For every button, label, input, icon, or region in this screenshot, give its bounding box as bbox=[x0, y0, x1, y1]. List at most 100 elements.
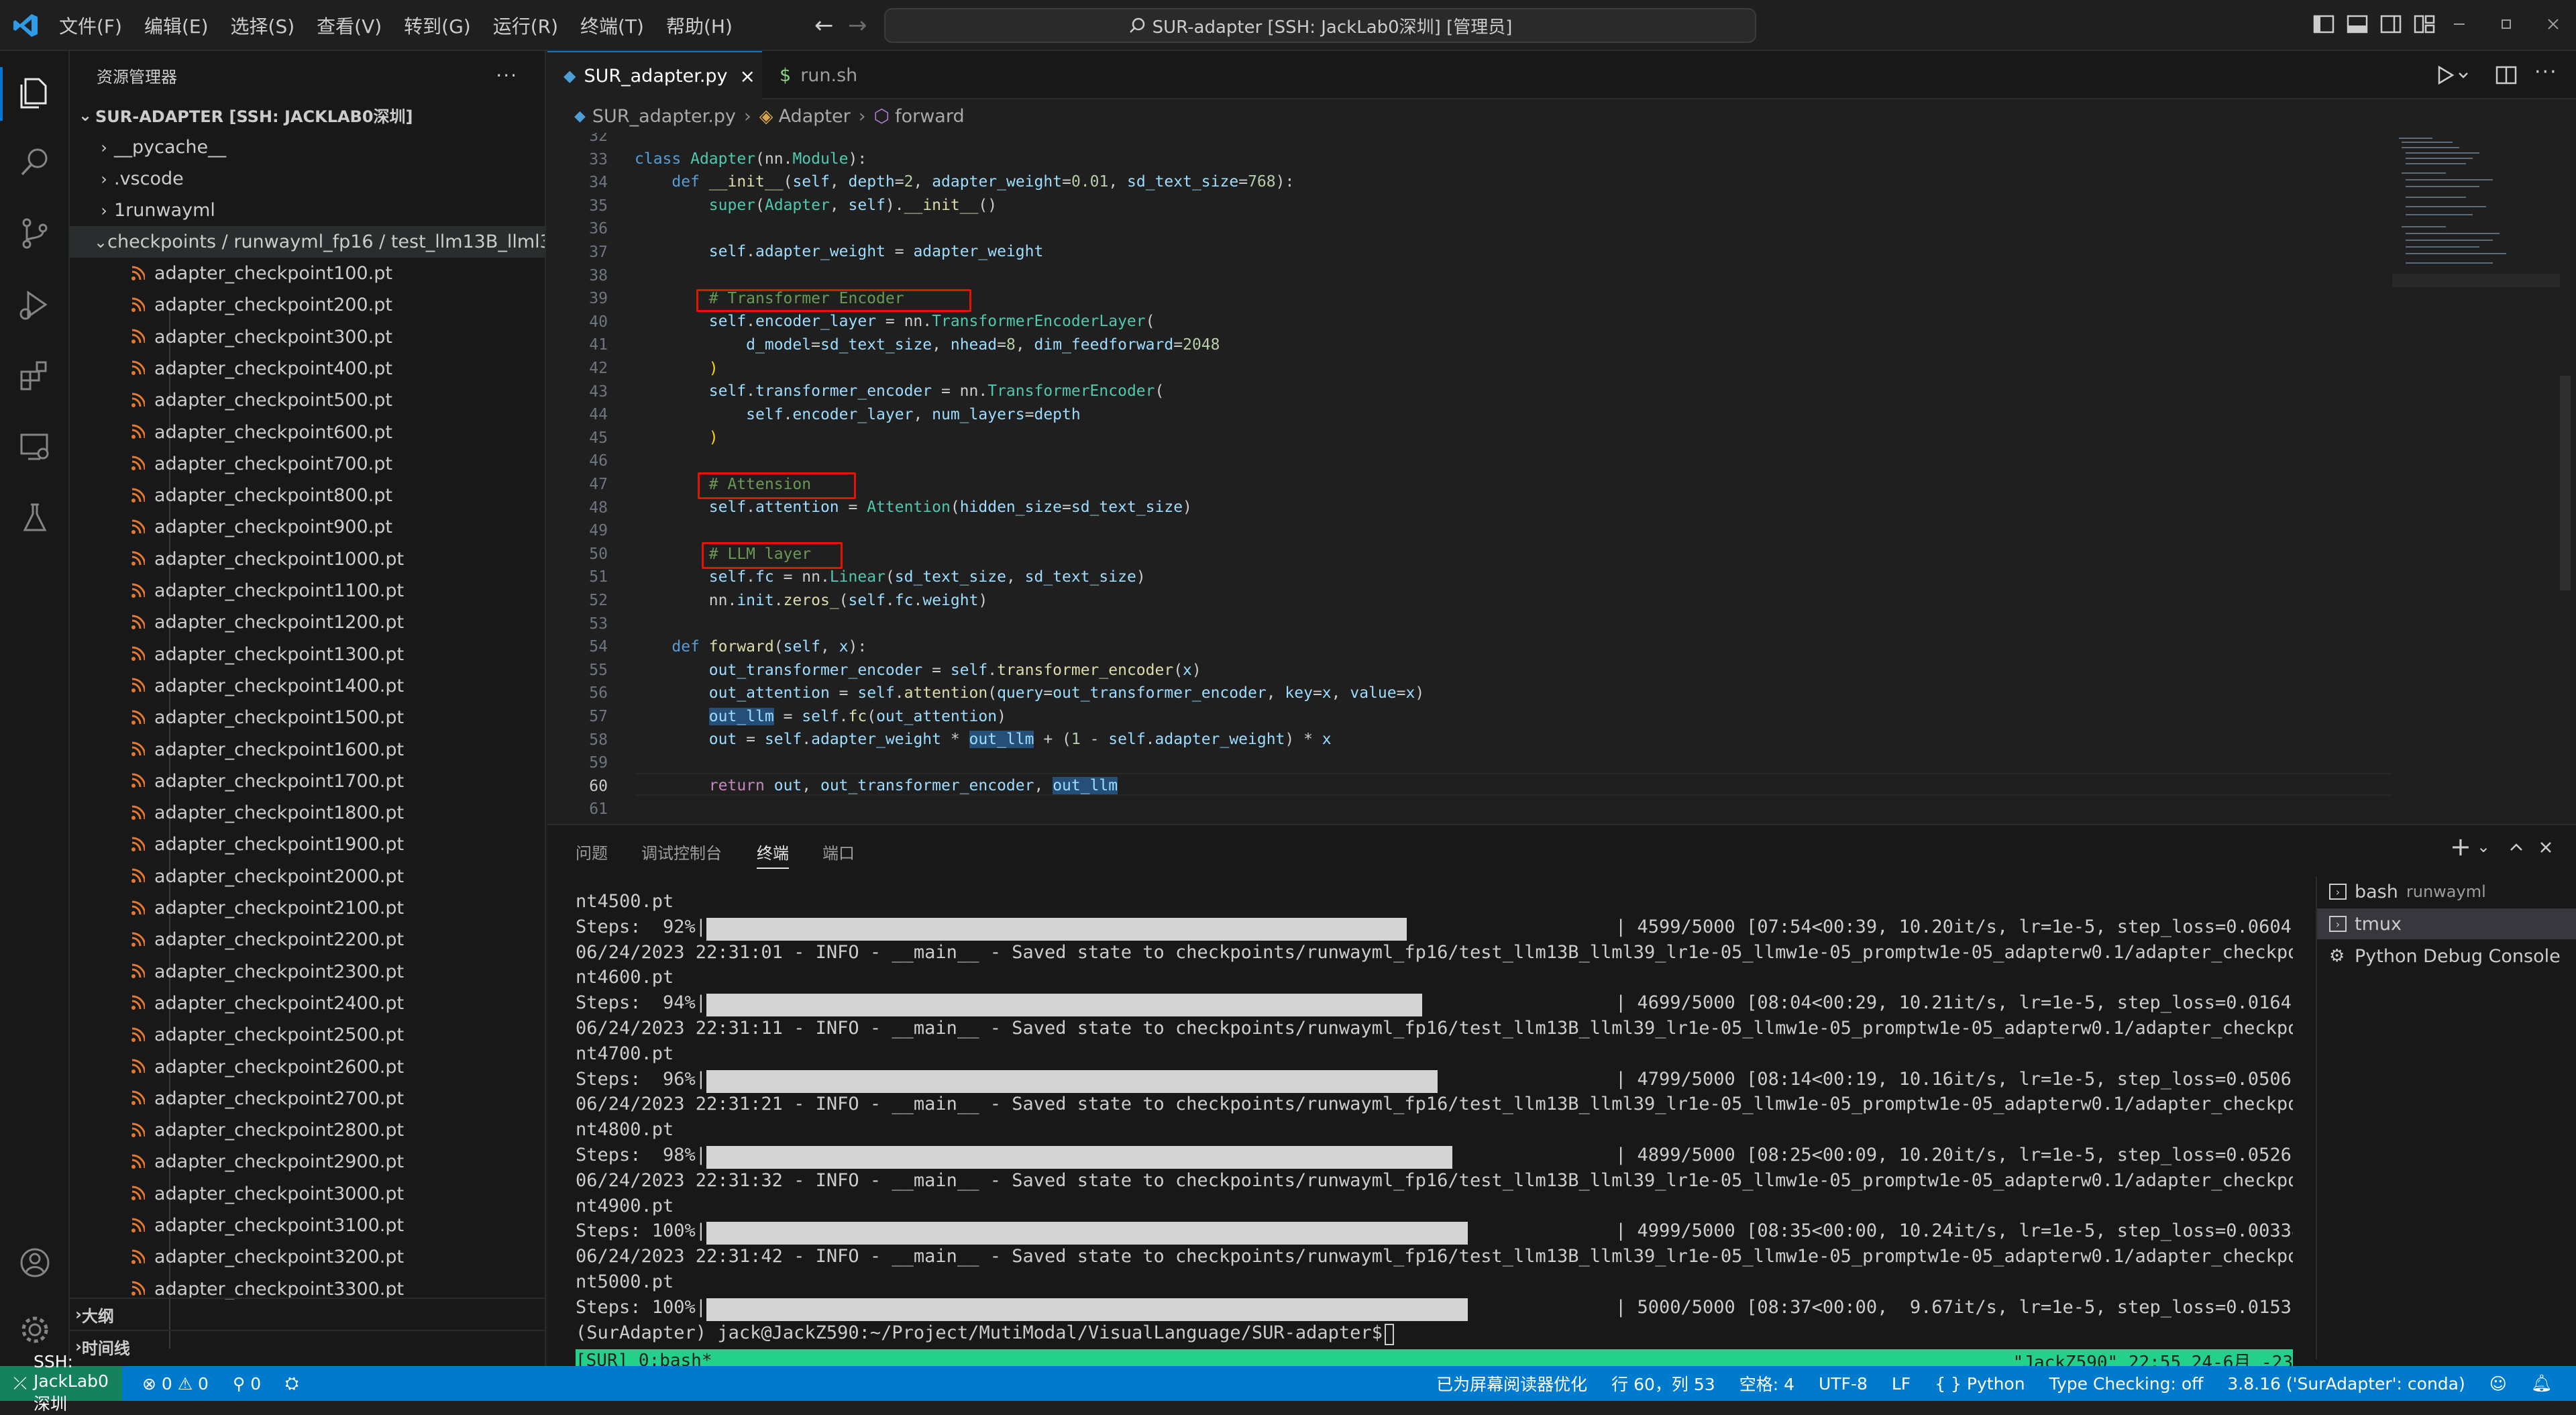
indentation[interactable]: 空格: 4 bbox=[1739, 1371, 1794, 1396]
run-and-debug-icon[interactable] bbox=[16, 286, 54, 323]
breadcrumb-method[interactable]: forward bbox=[895, 106, 965, 127]
file-item[interactable]: adapter_checkpoint2300.pt bbox=[70, 956, 545, 988]
command-center[interactable]: SUR-adapter [SSH: JackLab0深圳] [管理员] bbox=[884, 8, 1756, 43]
file-item[interactable]: adapter_checkpoint400.pt bbox=[70, 353, 545, 384]
file-item[interactable]: adapter_checkpoint600.pt bbox=[70, 417, 545, 448]
minimap[interactable] bbox=[2392, 133, 2560, 294]
explorer-icon[interactable] bbox=[16, 74, 54, 111]
tab-debug-console[interactable]: 调试控制台 bbox=[641, 840, 722, 863]
tab-sur-adapter-py[interactable]: ◆ SUR_adapter.py × bbox=[547, 51, 762, 99]
remote-explorer-icon[interactable] bbox=[16, 428, 54, 466]
terminal-item-bash[interactable]: › bash runwayml bbox=[2317, 876, 2576, 907]
file-item[interactable]: adapter_checkpoint3000.pt bbox=[70, 1178, 545, 1210]
menu-run[interactable]: 运行(R) bbox=[493, 12, 558, 39]
tab-problems[interactable]: 问题 bbox=[576, 840, 608, 863]
close-panel-icon[interactable] bbox=[2536, 837, 2556, 857]
terminal-item-tmux[interactable]: › tmux bbox=[2317, 908, 2576, 939]
manage-gear-icon[interactable] bbox=[16, 1311, 54, 1349]
tab-run-sh[interactable]: $ run.sh bbox=[763, 51, 924, 99]
file-item[interactable]: adapter_checkpoint1100.pt bbox=[70, 575, 545, 607]
maximize-icon[interactable] bbox=[2493, 11, 2520, 38]
menu-view[interactable]: 查看(V) bbox=[317, 12, 382, 39]
file-item[interactable]: adapter_checkpoint2800.pt bbox=[70, 1114, 545, 1146]
testing-icon[interactable] bbox=[16, 499, 54, 537]
folder-1runwayml[interactable]: › 1runwayml bbox=[70, 195, 545, 226]
file-item[interactable]: adapter_checkpoint3100.pt bbox=[70, 1210, 545, 1241]
toggle-secondary-sidebar-icon[interactable] bbox=[2377, 11, 2404, 38]
file-item[interactable]: adapter_checkpoint2700.pt bbox=[70, 1083, 545, 1114]
folder-pycache[interactable]: › __pycache__ bbox=[70, 132, 545, 163]
file-item[interactable]: adapter_checkpoint3200.pt bbox=[70, 1241, 545, 1273]
file-item[interactable]: adapter_checkpoint1800.pt bbox=[70, 797, 545, 829]
file-item[interactable]: adapter_checkpoint1500.pt bbox=[70, 702, 545, 733]
file-item[interactable]: adapter_checkpoint1600.pt bbox=[70, 734, 545, 766]
more-actions-icon[interactable]: ··· bbox=[2534, 60, 2558, 84]
breadcrumb-class[interactable]: Adapter bbox=[779, 106, 851, 127]
file-item[interactable]: adapter_checkpoint100.pt bbox=[70, 258, 545, 289]
end-of-line[interactable]: LF bbox=[1892, 1374, 1911, 1394]
tab-terminal[interactable]: 终端 bbox=[757, 840, 789, 869]
file-item[interactable]: adapter_checkpoint700.pt bbox=[70, 448, 545, 480]
toggle-primary-sidebar-icon[interactable] bbox=[2310, 11, 2337, 38]
run-debug-icon[interactable] bbox=[2434, 62, 2474, 89]
close-tab-icon[interactable]: × bbox=[740, 65, 755, 87]
toggle-panel-icon[interactable] bbox=[2344, 11, 2371, 38]
customize-layout-icon[interactable] bbox=[2411, 11, 2438, 38]
file-item[interactable]: adapter_checkpoint2200.pt bbox=[70, 924, 545, 955]
tab-ports[interactable]: 端口 bbox=[822, 840, 855, 863]
menu-go[interactable]: 转到(G) bbox=[404, 12, 471, 39]
new-terminal-icon[interactable]: + bbox=[2450, 832, 2471, 861]
menu-help[interactable]: 帮助(H) bbox=[666, 12, 733, 39]
type-checking[interactable]: Type Checking: off bbox=[2049, 1374, 2204, 1394]
file-item[interactable]: adapter_checkpoint2900.pt bbox=[70, 1146, 545, 1177]
menu-terminal[interactable]: 终端(T) bbox=[580, 12, 644, 39]
file-item[interactable]: adapter_checkpoint1000.pt bbox=[70, 543, 545, 575]
editor-scrollbar[interactable] bbox=[2560, 376, 2571, 590]
file-item[interactable]: adapter_checkpoint2400.pt bbox=[70, 988, 545, 1019]
file-item[interactable]: adapter_checkpoint2000.pt bbox=[70, 861, 545, 892]
account-icon[interactable] bbox=[16, 1244, 54, 1281]
file-item[interactable]: adapter_checkpoint1700.pt bbox=[70, 766, 545, 797]
file-item[interactable]: adapter_checkpoint200.pt bbox=[70, 289, 545, 321]
source-control-icon[interactable] bbox=[16, 215, 54, 252]
chevron-down-icon[interactable]: ⌄ bbox=[2477, 837, 2490, 856]
back-arrow-icon[interactable]: ← bbox=[814, 12, 834, 39]
file-item[interactable]: adapter_checkpoint1300.pt bbox=[70, 639, 545, 670]
menu-file[interactable]: 文件(F) bbox=[59, 12, 122, 39]
minimize-icon[interactable] bbox=[2446, 11, 2473, 38]
more-actions-icon[interactable]: ··· bbox=[496, 64, 518, 87]
file-item[interactable]: adapter_checkpoint2500.pt bbox=[70, 1019, 545, 1051]
file-item[interactable]: adapter_checkpoint1900.pt bbox=[70, 829, 545, 860]
debug-icon[interactable]: ⛭ bbox=[285, 1373, 299, 1394]
remote-indicator[interactable]: ⤫ SSH: JackLab0深圳 bbox=[0, 1352, 122, 1414]
maximize-panel-icon[interactable] bbox=[2506, 837, 2526, 857]
search-icon[interactable] bbox=[16, 144, 54, 181]
code-editor[interactable]: 32 33 34 35 36 37 38 39 40 41 42 43 44 45 46 47 48 49 50 51… bbox=[547, 133, 2392, 824]
language-mode[interactable]: { } Python bbox=[1935, 1374, 2025, 1394]
timeline-section[interactable]: › 时间线 bbox=[70, 1330, 545, 1362]
workspace-root[interactable]: ⌄ SUR-ADAPTER [SSH: JACKLAB0深圳] bbox=[70, 99, 545, 131]
outline-section[interactable]: › 大纲 bbox=[70, 1298, 545, 1330]
menu-edit[interactable]: 编辑(E) bbox=[144, 12, 209, 39]
file-item[interactable]: adapter_checkpoint2100.pt bbox=[70, 892, 545, 924]
close-window-icon[interactable] bbox=[2540, 11, 2567, 38]
terminal-output[interactable]: nt4500.pt Steps: 92%| | 4599/5000 [07:54<0… bbox=[576, 891, 2293, 1361]
encoding[interactable]: UTF-8 bbox=[1819, 1374, 1868, 1394]
feedback-icon[interactable]: ☺ bbox=[2489, 1374, 2507, 1394]
file-item[interactable]: adapter_checkpoint500.pt bbox=[70, 384, 545, 416]
file-item[interactable]: adapter_checkpoint300.pt bbox=[70, 321, 545, 353]
file-item[interactable]: adapter_checkpoint800.pt bbox=[70, 480, 545, 511]
folder-checkpoints[interactable]: ⌄ checkpoints / runwayml_fp16 / test_llm… bbox=[70, 226, 545, 258]
folder-vscode[interactable]: › .vscode bbox=[70, 163, 545, 195]
file-item[interactable]: adapter_checkpoint2600.pt bbox=[70, 1051, 545, 1083]
problems-count[interactable]: ⊗ 0 ⚠ 0 bbox=[142, 1374, 209, 1394]
cursor-position[interactable]: 行 60，列 53 bbox=[1611, 1371, 1715, 1396]
split-editor-icon[interactable] bbox=[2493, 62, 2520, 89]
menu-selection[interactable]: 选择(S) bbox=[231, 12, 295, 39]
screen-reader-mode[interactable]: 已为屏幕阅读器优化 bbox=[1436, 1371, 1587, 1396]
ports-indicator[interactable]: ⚲ 0 bbox=[233, 1374, 261, 1394]
extensions-icon[interactable] bbox=[16, 357, 54, 395]
notifications-bell-icon[interactable]: 🔔︎ bbox=[2531, 1373, 2553, 1394]
file-item[interactable]: adapter_checkpoint1400.pt bbox=[70, 670, 545, 702]
forward-arrow-icon[interactable]: → bbox=[848, 12, 867, 39]
